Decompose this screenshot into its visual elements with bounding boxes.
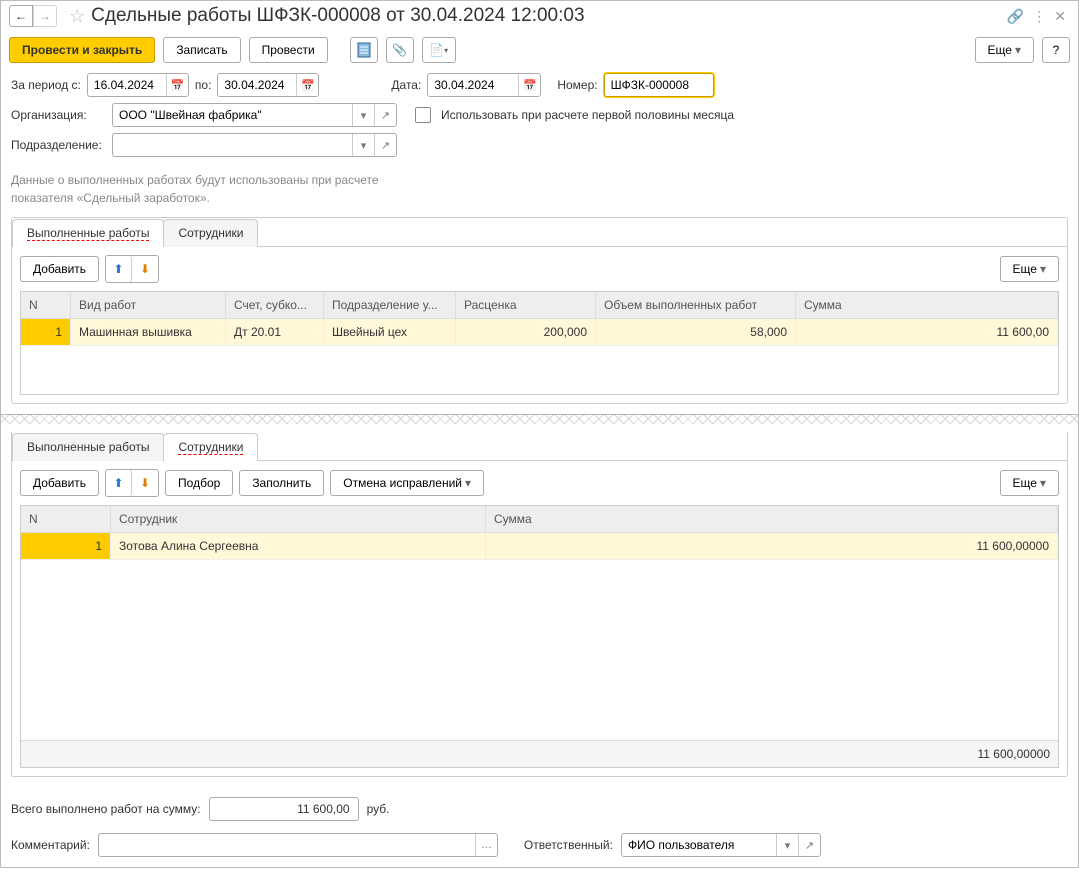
total-label: Всего выполнено работ на сумму:: [11, 802, 201, 816]
more-button[interactable]: Еще: [1000, 256, 1059, 282]
open-icon[interactable]: ↗: [798, 834, 820, 856]
torn-divider: [1, 414, 1078, 432]
col-sum: Сумма: [796, 292, 1058, 318]
total-field: 11 600,00: [209, 797, 359, 821]
col-emp: Сотрудник: [111, 506, 486, 532]
cancel-corrections-button[interactable]: Отмена исправлений: [330, 470, 484, 496]
employees-total: 11 600,00000: [486, 741, 1058, 767]
col-type: Вид работ: [71, 292, 226, 318]
tab-works[interactable]: Выполненные работы: [12, 433, 164, 461]
print-icon-button[interactable]: 📄▾: [422, 37, 456, 63]
close-icon[interactable]: ✕: [1054, 8, 1066, 25]
open-icon[interactable]: ↗: [374, 104, 396, 126]
document-icon-button[interactable]: [350, 37, 378, 63]
total-unit: руб.: [367, 802, 390, 816]
open-icon[interactable]: ↗: [374, 134, 396, 156]
table-row[interactable]: 1 Зотова Алина Сергеевна 11 600,00000: [21, 533, 1058, 560]
col-sum: Сумма: [486, 506, 1058, 532]
responsible-field[interactable]: ▾ ↗: [621, 833, 821, 857]
more-button[interactable]: Еще: [975, 37, 1034, 63]
number-label: Номер:: [557, 78, 597, 92]
tab-works[interactable]: Выполненные работы: [12, 219, 164, 247]
link-icon[interactable]: 🔗: [1007, 8, 1024, 25]
page-title: Сдельные работы ШФЗК-000008 от 30.04.202…: [91, 5, 1007, 27]
add-button[interactable]: Добавить: [20, 256, 99, 282]
help-button[interactable]: ?: [1042, 37, 1070, 63]
fill-button[interactable]: Заполнить: [239, 470, 324, 496]
dept-label: Подразделение:: [11, 138, 106, 152]
post-and-close-button[interactable]: Провести и закрыть: [9, 37, 155, 63]
period-from-field[interactable]: 📅: [87, 73, 189, 97]
paperclip-icon: 📎: [392, 43, 407, 57]
org-label: Организация:: [11, 108, 106, 122]
table-row[interactable]: 1 Машинная вышивка Дт 20.01 Швейный цех …: [21, 319, 1058, 346]
move-up-button[interactable]: ⬆: [106, 256, 132, 282]
col-rate: Расценка: [456, 292, 596, 318]
move-up-button[interactable]: ⬆: [106, 470, 132, 496]
period-to-label: по:: [195, 78, 212, 92]
col-n: N: [21, 506, 111, 532]
dropdown-icon[interactable]: ▾: [352, 104, 374, 126]
document-icon: [357, 42, 371, 58]
comment-field[interactable]: …: [98, 833, 498, 857]
col-n: N: [21, 292, 71, 318]
date-field[interactable]: 📅: [427, 73, 541, 97]
move-down-button[interactable]: ⬇: [132, 256, 158, 282]
tab-employees[interactable]: Сотрудники: [163, 219, 258, 247]
dept-field[interactable]: ▾ ↗: [112, 133, 397, 157]
calendar-icon[interactable]: 📅: [166, 74, 188, 96]
period-to-field[interactable]: 📅: [217, 73, 319, 97]
paperclip-icon-button[interactable]: 📎: [386, 37, 414, 63]
calendar-icon[interactable]: 📅: [296, 74, 318, 96]
add-button[interactable]: Добавить: [20, 470, 99, 496]
ellipsis-icon[interactable]: …: [475, 834, 497, 856]
nav-back-button[interactable]: ←: [9, 5, 33, 27]
tab-employees[interactable]: Сотрудники: [163, 433, 258, 461]
period-from-label: За период с:: [11, 78, 81, 92]
kebab-menu-icon[interactable]: ⋮: [1032, 8, 1046, 25]
more-button[interactable]: Еще: [1000, 470, 1059, 496]
number-field[interactable]: [604, 73, 714, 97]
comment-label: Комментарий:: [11, 838, 90, 852]
org-field[interactable]: ▾ ↗: [112, 103, 397, 127]
hint-text: Данные о выполненных работах будут испол…: [1, 171, 1078, 217]
favorite-star-icon[interactable]: ☆: [69, 6, 85, 27]
post-button[interactable]: Провести: [249, 37, 328, 63]
write-button[interactable]: Записать: [163, 37, 240, 63]
pick-button[interactable]: Подбор: [165, 470, 233, 496]
col-dept: Подразделение у...: [324, 292, 456, 318]
use-half-checkbox[interactable]: [415, 107, 431, 123]
move-down-button[interactable]: ⬇: [132, 470, 158, 496]
date-label: Дата:: [391, 78, 421, 92]
calendar-icon[interactable]: 📅: [518, 74, 540, 96]
responsible-label: Ответственный:: [524, 838, 613, 852]
use-half-label: Использовать при расчете первой половины…: [441, 108, 734, 122]
dropdown-icon[interactable]: ▾: [352, 134, 374, 156]
dropdown-icon[interactable]: ▾: [776, 834, 798, 856]
note-icon: 📄: [429, 43, 444, 57]
col-volume: Объем выполненных работ: [596, 292, 796, 318]
col-account: Счет, субко...: [226, 292, 324, 318]
nav-forward-button[interactable]: →: [33, 5, 57, 27]
